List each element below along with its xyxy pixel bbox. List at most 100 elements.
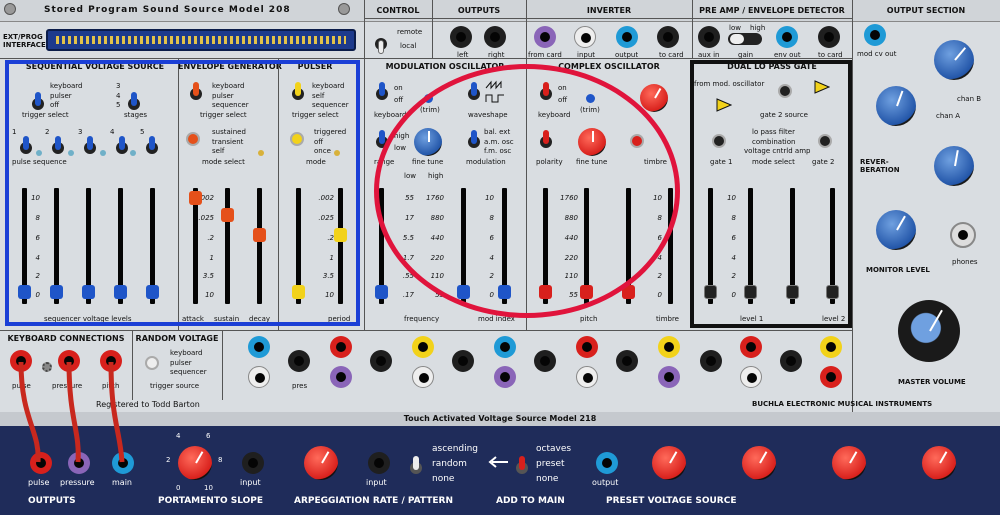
random-trigger-button[interactable] — [145, 356, 159, 370]
mod-cv-out-label: mod cv out — [857, 50, 897, 58]
add-to-main-label: ADD TO MAIN — [496, 496, 565, 506]
output-right-jack[interactable] — [484, 26, 506, 48]
preset-knob-4[interactable] — [922, 446, 956, 480]
preamp-env-out-jack[interactable] — [776, 26, 798, 48]
inverter-output-label: output — [615, 51, 639, 59]
monitor-level-knob[interactable] — [876, 210, 916, 250]
patch-jack[interactable] — [576, 336, 598, 358]
ext-prog-connector[interactable] — [46, 29, 356, 51]
bottom-outputs-label: OUTPUTS — [28, 496, 76, 506]
divider — [0, 330, 852, 331]
preset-knob-3[interactable] — [832, 446, 866, 480]
arpeggiation-knob[interactable] — [304, 446, 338, 480]
preamp-env-out-label: env out — [774, 51, 801, 59]
portamento-input-jack[interactable] — [242, 452, 264, 474]
chan-a-knob[interactable] — [876, 86, 916, 126]
arp-opt: ascending — [432, 444, 479, 454]
arpeggiation-pattern-toggle[interactable] — [410, 456, 422, 478]
modosc-kbd-off: off — [394, 96, 404, 104]
preset-output-jack[interactable] — [596, 452, 618, 474]
knob-mark: 0 — [176, 484, 181, 492]
cplxosc-timbre-scale: 0 — [657, 291, 662, 299]
outputs-header: OUTPUTS — [457, 6, 501, 15]
inverter-from-card-jack[interactable] — [534, 26, 556, 48]
phones-jack[interactable] — [950, 222, 976, 248]
modosc-frequency-label: frequency — [404, 315, 440, 323]
patch-jack[interactable] — [820, 366, 842, 388]
phones-label: phones — [952, 258, 978, 266]
patch-jack[interactable] — [820, 336, 842, 358]
patch-jack[interactable] — [288, 350, 310, 372]
cplxosc-knob-top[interactable] — [640, 84, 668, 112]
patch-jack[interactable] — [370, 350, 392, 372]
knob-mark: 2 — [166, 456, 171, 464]
patch-jack[interactable] — [494, 366, 516, 388]
preamp-high-label: high — [750, 24, 766, 32]
arpeggiation-input-jack[interactable] — [368, 452, 390, 474]
chan-a-label: chan A — [936, 112, 961, 120]
preamp-aux-in-jack[interactable] — [698, 26, 720, 48]
patch-jack[interactable] — [248, 366, 270, 388]
preamp-gain-switch[interactable] — [728, 33, 762, 45]
random-opt: keyboard — [170, 349, 203, 357]
output-right-label: right — [488, 51, 505, 59]
modosc-scale-low: .17 — [402, 291, 414, 299]
chan-b-knob[interactable] — [934, 40, 974, 80]
portamento-knob[interactable] — [178, 446, 212, 480]
patch-jack[interactable] — [576, 366, 598, 388]
blue-highlight-box — [5, 60, 360, 326]
random-trigger-source-label: trigger source — [150, 382, 200, 390]
preset-knob-2[interactable] — [742, 446, 776, 480]
patch-jack[interactable] — [740, 336, 762, 358]
modosc-keyboard-toggle[interactable] — [376, 82, 388, 104]
random-opt: sequencer — [170, 368, 207, 376]
inverter-header: INVERTER — [586, 6, 632, 15]
patch-jack[interactable] — [412, 366, 434, 388]
inverter-to-card-jack[interactable] — [657, 26, 679, 48]
patch-jack[interactable] — [780, 350, 802, 372]
chan-b-label: chan B — [957, 95, 982, 103]
model-title: Stored Program Sound Source Model 208 — [44, 5, 291, 15]
remote-local-toggle[interactable] — [375, 32, 387, 54]
preamp-gain-label: gain — [738, 51, 754, 59]
cplxosc-pitch-label: pitch — [580, 315, 598, 323]
patch-jack[interactable] — [452, 350, 474, 372]
output-left-jack[interactable] — [450, 26, 472, 48]
preamp-to-card-jack[interactable] — [818, 26, 840, 48]
output-section-header: OUTPUT SECTION — [886, 6, 966, 15]
inverter-to-card-label: to card — [659, 51, 684, 59]
control-local-label: local — [400, 42, 417, 50]
control-remote-label: remote — [397, 28, 423, 36]
patch-jack[interactable] — [700, 350, 722, 372]
patch-jack[interactable] — [534, 350, 556, 372]
slider-cap[interactable] — [375, 285, 388, 299]
output-left-label: left — [457, 51, 469, 59]
patch-jack[interactable] — [740, 366, 762, 388]
patch-jack[interactable] — [330, 336, 352, 358]
add-to-main-toggle[interactable] — [516, 456, 528, 478]
patch-jack[interactable] — [658, 336, 680, 358]
patch-jack[interactable] — [412, 336, 434, 358]
master-volume-knob[interactable] — [898, 300, 960, 362]
patch-jack[interactable] — [494, 336, 516, 358]
divider — [364, 0, 365, 330]
reverberation-label: REVER- BERATION — [860, 158, 900, 174]
screw-icon — [338, 3, 350, 15]
divider — [364, 18, 852, 19]
synth-panel: Stored Program Sound Source Model 208 EX… — [0, 0, 1000, 515]
inverter-output-jack[interactable] — [616, 26, 638, 48]
patch-jack[interactable] — [248, 336, 270, 358]
preset-knob-1[interactable] — [652, 446, 686, 480]
reverberation-knob[interactable] — [934, 146, 974, 186]
mod-cv-out-jack[interactable] — [864, 24, 886, 46]
patch-jack[interactable] — [616, 350, 638, 372]
patch-jack[interactable] — [658, 366, 680, 388]
preamp-to-card-label: to card — [818, 51, 843, 59]
red-highlight-circle — [374, 64, 680, 318]
screw-icon — [4, 3, 16, 15]
inverter-input-jack[interactable] — [574, 26, 596, 48]
portamento-label: PORTAMENTO SLOPE — [158, 496, 264, 506]
ext-prog-label: EXT/PROG INTERFACE — [3, 33, 46, 49]
arrow-left-icon — [488, 456, 508, 468]
patch-jack[interactable] — [330, 366, 352, 388]
